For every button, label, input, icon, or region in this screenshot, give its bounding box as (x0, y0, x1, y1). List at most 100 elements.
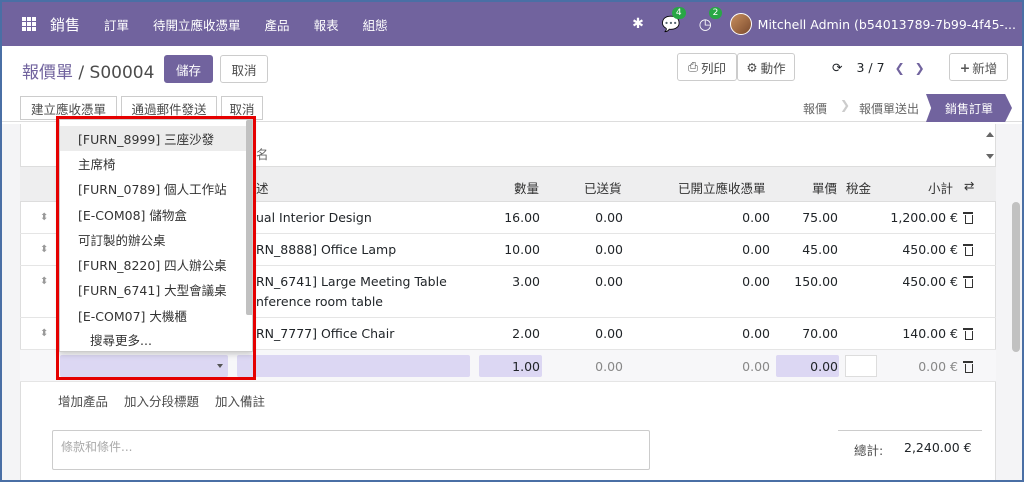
refresh-icon[interactable]: ⟳ (832, 60, 842, 75)
breadcrumb-parent[interactable]: 報價單 (22, 63, 73, 83)
total-label: 總計: (854, 443, 884, 458)
add-note-link[interactable]: 加入備註 (215, 391, 265, 410)
menu-item-orders[interactable]: 訂單 (104, 15, 129, 34)
add-product-link[interactable]: 增加產品 (58, 391, 108, 410)
add-section-link[interactable]: 加入分段標題 (124, 391, 199, 410)
save-button[interactable]: 儲存 (164, 55, 213, 83)
activities-badge: 2 (708, 7, 723, 19)
breadcrumb-separator: / (78, 63, 85, 83)
edit-subtotal: 0.00 € (918, 359, 958, 374)
avatar[interactable] (729, 13, 752, 35)
breadcrumb: 報價單 / S00004 (22, 58, 154, 83)
menu-item-reporting[interactable]: 報表 (314, 15, 339, 34)
row-delivered[interactable]: 0.00 (573, 274, 623, 289)
stage-quotation-sent[interactable]: 報價單送出 (850, 94, 928, 122)
pager-prev-icon[interactable]: ❮ (895, 61, 905, 75)
total-divider (838, 430, 982, 431)
gear-icon: ⚙ (746, 59, 758, 75)
row-invoiced: 0.00 (742, 210, 770, 225)
row-description[interactable]: RN_6741] Large Meeting Table (256, 274, 447, 289)
menu-item-to-invoice[interactable]: 待開立應收憑單 (153, 15, 241, 34)
edit-quantity-value: 1.00 (512, 359, 540, 374)
column-hint: 名 (256, 147, 269, 162)
header-invoiced[interactable]: 已開立應收憑單 (678, 178, 766, 197)
row-subtotal: 1,200.00 € (890, 210, 958, 225)
header-quantity[interactable]: 數量 (514, 178, 539, 197)
row-delivered[interactable]: 0.00 (573, 242, 623, 257)
header-subtotal[interactable]: 小計 (928, 178, 953, 197)
row-quantity[interactable]: 16.00 (490, 210, 540, 225)
pager-next-icon[interactable]: ❯ (915, 61, 925, 75)
row-unit-price[interactable]: 75.00 (788, 210, 838, 225)
row-quantity[interactable]: 10.00 (490, 242, 540, 257)
pager: ⟳ 3 / 7 ❮ ❯ (832, 60, 925, 75)
row-invoiced: 0.00 (742, 242, 770, 257)
row-description[interactable]: ual Interior Design (256, 210, 372, 225)
row-description-line2[interactable]: nference room table (256, 294, 383, 309)
print-label: 列印 (701, 60, 727, 76)
print-button[interactable]: ⎙ 列印 (677, 53, 737, 81)
stage-quotation[interactable]: 報價 (790, 94, 840, 122)
drag-handle-icon[interactable]: ⬍ (40, 212, 48, 223)
messages-badge: 4 (671, 7, 686, 19)
app-menu-icon[interactable] (22, 17, 36, 31)
row-description[interactable]: RN_8888] Office Lamp (256, 242, 396, 257)
optional-columns-icon[interactable]: ⇄ (964, 178, 974, 193)
row-subtotal: 450.00 € (902, 274, 958, 289)
row-delivered[interactable]: 0.00 (573, 326, 623, 341)
drag-handle-icon[interactable]: ⬍ (40, 244, 48, 255)
action-button[interactable]: ⚙ 動作 (737, 53, 795, 81)
menu-item-products[interactable]: 產品 (265, 15, 290, 34)
header-taxes[interactable]: 稅金 (846, 178, 871, 197)
top-navbar: 銷售 訂單 待開立應收憑單 產品 報表 組態 ✱ 💬 4 ◷ 2 Mitchell … (2, 2, 1022, 46)
trash-icon[interactable] (963, 328, 973, 340)
menu-item-configuration[interactable]: 組態 (363, 15, 388, 34)
row-unit-price[interactable]: 70.00 (788, 326, 838, 341)
row-delivered[interactable]: 0.00 (573, 210, 623, 225)
systray: ✱ 💬 4 ◷ 2 Mitchell Admin (b54013789-7b99-4… (632, 2, 1022, 46)
pager-value[interactable]: 3 / 7 (856, 60, 884, 75)
messages-icon[interactable]: 💬 4 (662, 7, 686, 33)
trash-icon[interactable] (963, 212, 973, 224)
terms-textarea[interactable]: 條款和條件... (52, 430, 650, 470)
activities-icon[interactable]: ◷ 2 (699, 7, 723, 33)
header-delivered[interactable]: 已送貨 (584, 178, 622, 197)
row-invoiced: 0.00 (742, 326, 770, 341)
total-value: 2,240.00 € (904, 440, 972, 455)
new-button[interactable]: + 新增 (949, 53, 1008, 81)
main-menu: 訂單 待開立應收憑單 產品 報表 組態 (92, 15, 400, 34)
inner-scrollbar[interactable] (986, 132, 994, 162)
highlight-box (56, 116, 256, 380)
app-name[interactable]: 銷售 (50, 14, 80, 35)
stage-sales-order[interactable]: 銷售訂單 (926, 94, 1012, 122)
add-line-links: 增加產品 加入分段標題 加入備註 (58, 391, 281, 410)
row-description[interactable]: RN_7777] Office Chair (256, 326, 394, 341)
row-unit-price[interactable]: 150.00 (788, 274, 838, 289)
scroll-down-icon[interactable] (986, 154, 994, 159)
row-quantity[interactable]: 2.00 (490, 326, 540, 341)
edit-delivered: 0.00 (595, 359, 623, 374)
app-window: 銷售 訂單 待開立應收憑單 產品 報表 組態 ✱ 💬 4 ◷ 2 Mitchell … (0, 0, 1024, 482)
drag-handle-icon[interactable]: ⬍ (40, 328, 48, 339)
trash-icon[interactable] (963, 361, 973, 373)
action-label: 動作 (760, 60, 786, 76)
discard-button[interactable]: 取消 (220, 55, 268, 83)
trash-icon[interactable] (963, 244, 973, 256)
header-description[interactable]: 述 (256, 178, 269, 197)
row-subtotal: 450.00 € (902, 242, 958, 257)
header-unit-price[interactable]: 單價 (812, 178, 837, 197)
drag-handle-icon[interactable]: ⬍ (40, 276, 48, 287)
scroll-up-icon[interactable] (986, 132, 994, 137)
row-invoiced: 0.00 (742, 274, 770, 289)
description-input[interactable] (237, 355, 470, 377)
breadcrumb-current: S00004 (89, 63, 155, 83)
page-scrollbar[interactable] (1012, 202, 1020, 352)
edit-invoiced: 0.00 (742, 359, 770, 374)
row-quantity[interactable]: 3.00 (490, 274, 540, 289)
plus-icon: + (959, 59, 971, 75)
user-menu[interactable]: Mitchell Admin (b54013789-7b99-4f45-... (758, 17, 1016, 32)
row-unit-price[interactable]: 45.00 (788, 242, 838, 257)
trash-icon[interactable] (963, 276, 973, 288)
stage-separator: ❯ (840, 98, 851, 112)
bug-icon[interactable]: ✱ (632, 16, 644, 32)
